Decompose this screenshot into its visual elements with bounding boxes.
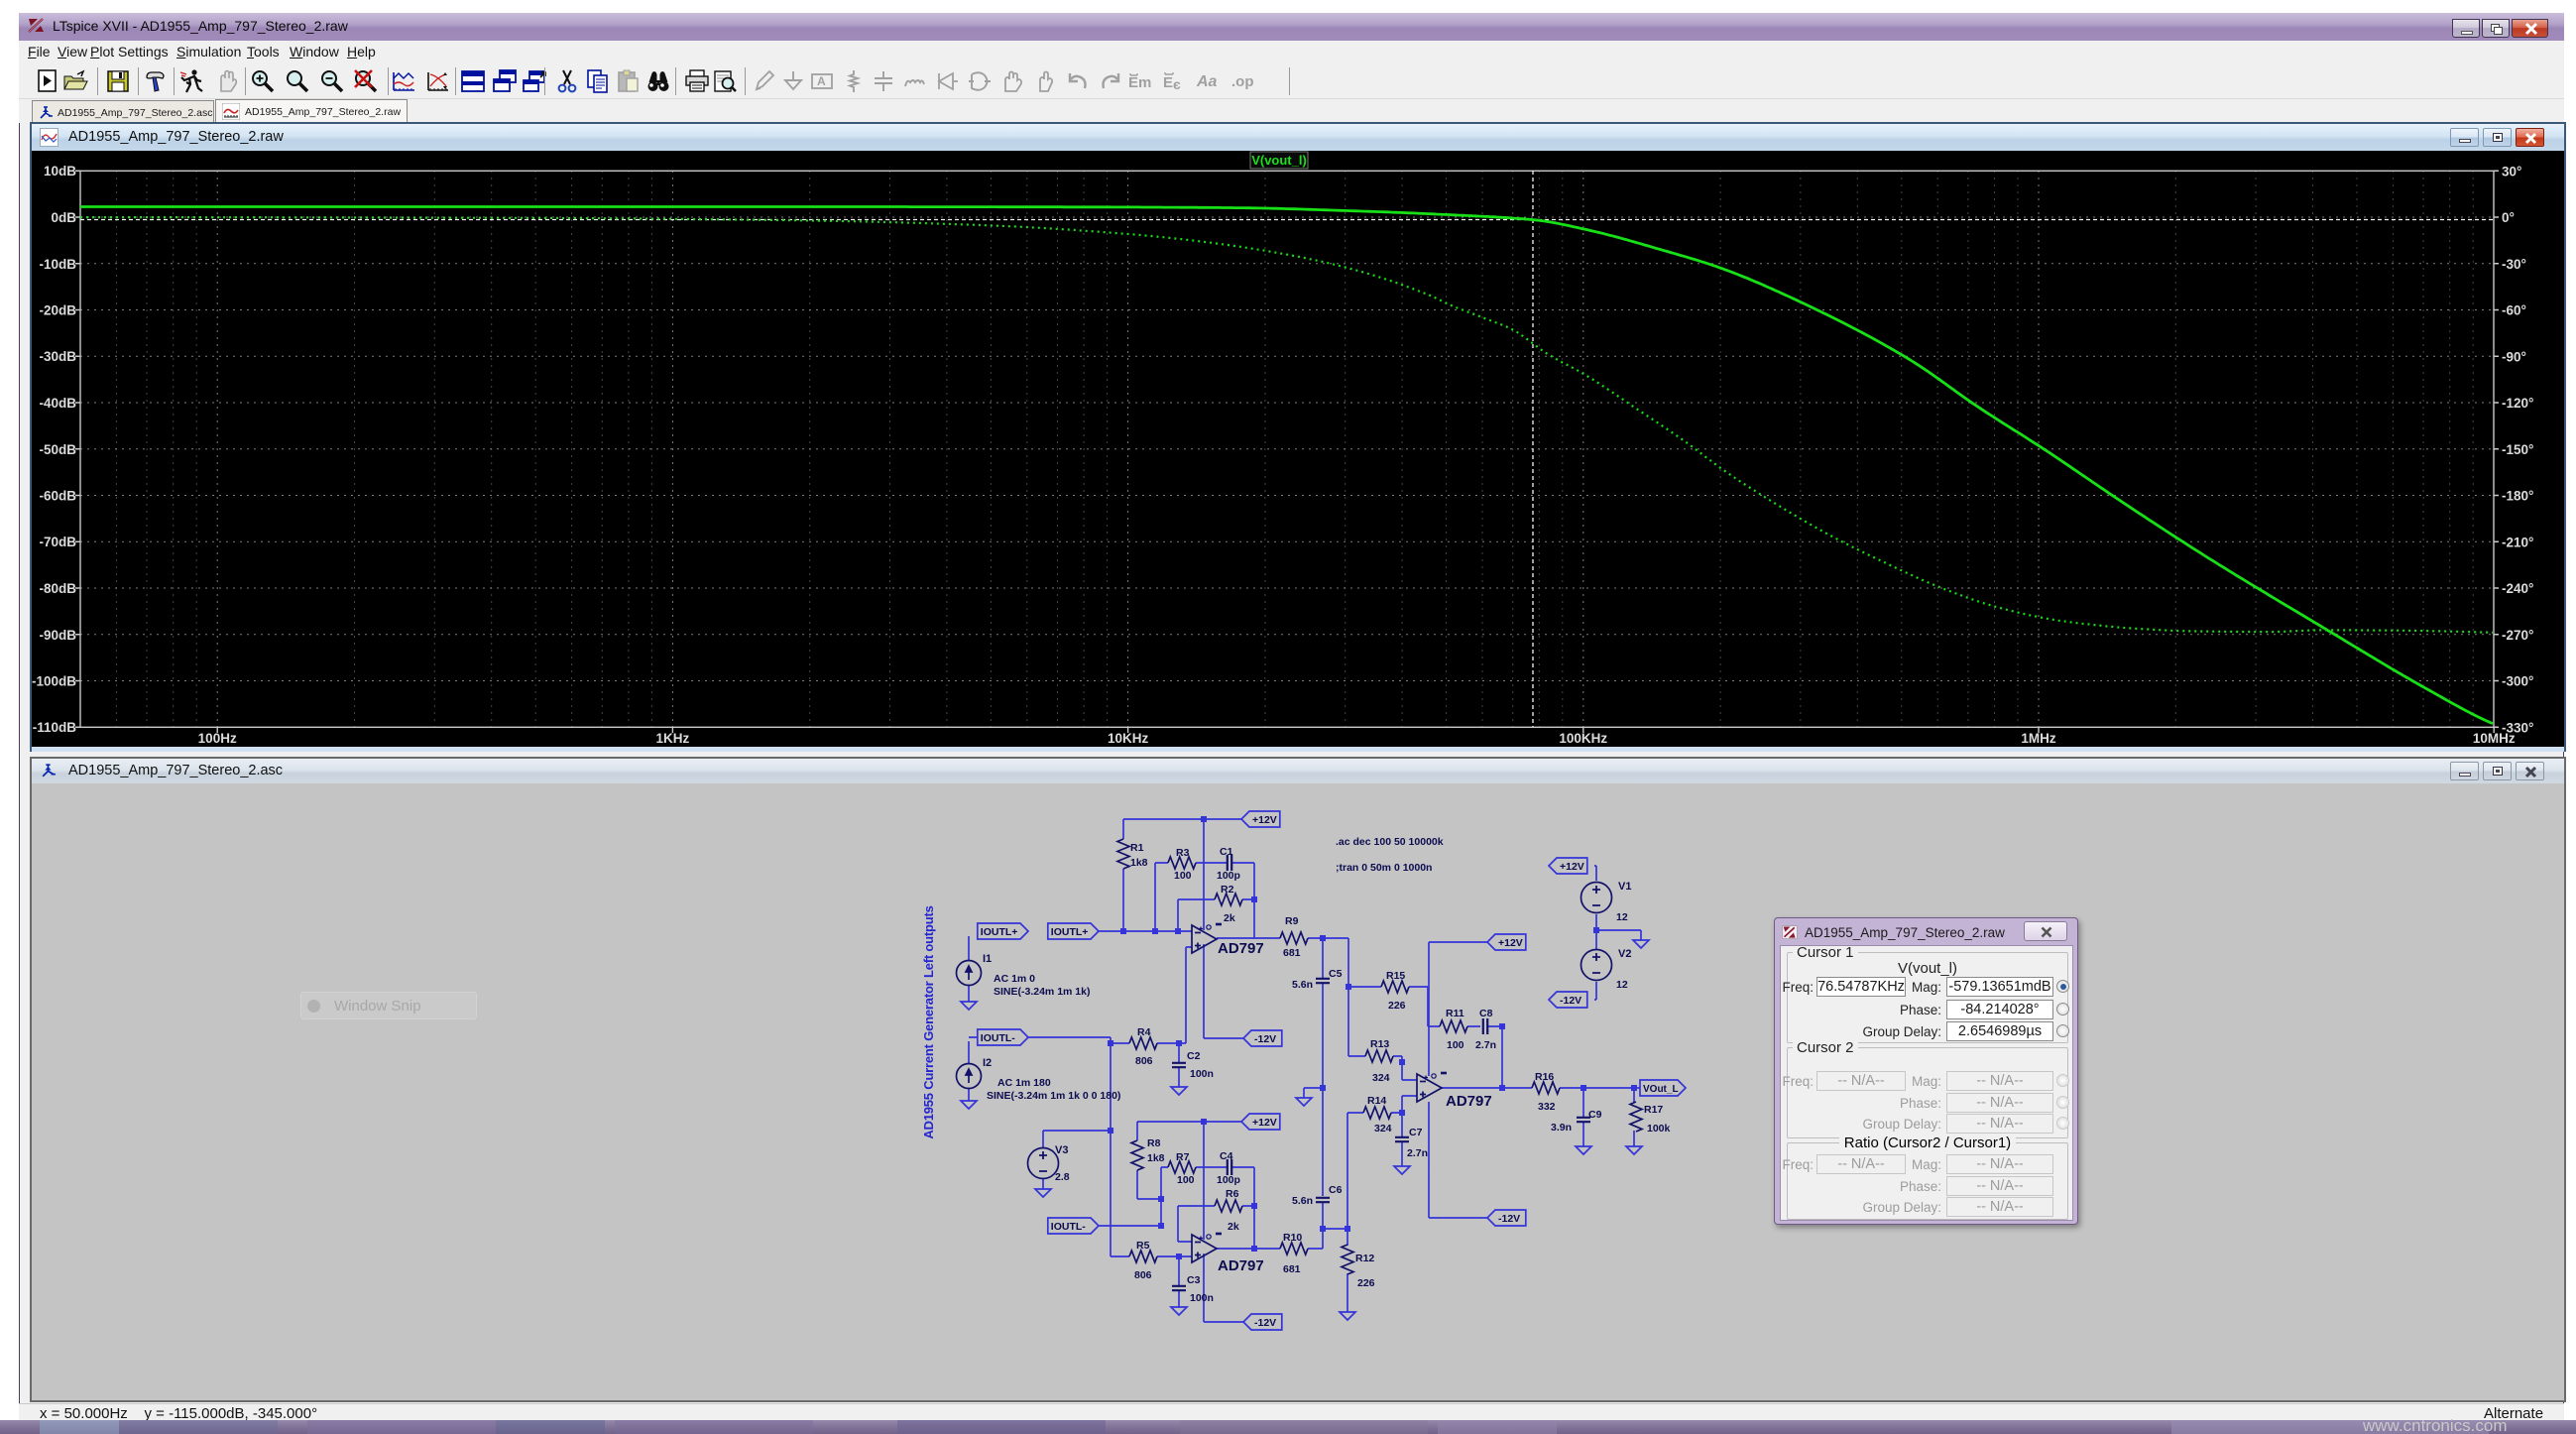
svg-text:R3: R3 [1176, 847, 1190, 859]
svg-text:100: 100 [1177, 1174, 1195, 1186]
svg-text:R9: R9 [1285, 915, 1299, 927]
svg-text:V1: V1 [1618, 881, 1631, 893]
svg-text:V2: V2 [1618, 948, 1631, 960]
svg-text:R6: R6 [1226, 1188, 1239, 1200]
svg-text:-12V: -12V [1254, 1033, 1276, 1045]
svg-text:+12V: +12V [1560, 861, 1584, 873]
svg-text:V3: V3 [1055, 1144, 1068, 1156]
svg-text:IOUTL-: IOUTL- [981, 1032, 1015, 1044]
svg-text:R11: R11 [1446, 1008, 1464, 1019]
svg-text:C3: C3 [1187, 1274, 1201, 1286]
svg-text:R13: R13 [1370, 1038, 1389, 1050]
svg-text:100n: 100n [1190, 1292, 1214, 1304]
svg-text:IOUTL-: IOUTL- [1051, 1221, 1086, 1233]
svg-text:R1: R1 [1130, 842, 1144, 854]
svg-text:AD797: AD797 [1446, 1093, 1492, 1110]
svg-text:R17: R17 [1644, 1104, 1663, 1116]
svg-text:2.7n: 2.7n [1475, 1039, 1496, 1051]
svg-text:C2: C2 [1187, 1050, 1201, 1062]
svg-text:681: 681 [1283, 947, 1301, 959]
svg-text:C9: C9 [1588, 1109, 1602, 1121]
svg-text:2.8: 2.8 [1055, 1171, 1070, 1183]
svg-text:100p: 100p [1217, 1174, 1240, 1186]
svg-text:C1: C1 [1220, 846, 1233, 858]
svg-text:R15: R15 [1386, 970, 1405, 982]
svg-text:2.7n: 2.7n [1407, 1147, 1428, 1159]
svg-text:-12V: -12V [1498, 1213, 1520, 1225]
svg-text:C4: C4 [1220, 1150, 1233, 1162]
svg-text:SINE(-3.24m 1m 1k): SINE(-3.24m 1m 1k) [994, 986, 1090, 998]
svg-text:1k8: 1k8 [1130, 857, 1148, 869]
svg-text:2k: 2k [1228, 1221, 1239, 1233]
svg-text:12: 12 [1616, 911, 1628, 923]
svg-text:VOut_L: VOut_L [1643, 1084, 1679, 1095]
svg-text:AD797: AD797 [1218, 940, 1264, 957]
svg-text:2k: 2k [1224, 912, 1235, 924]
svg-text:226: 226 [1388, 1000, 1406, 1012]
svg-text:R4: R4 [1137, 1026, 1151, 1038]
svg-text:R14: R14 [1367, 1095, 1386, 1107]
svg-text:AD1955 Current Generator Left: AD1955 Current Generator Left outputs [921, 905, 936, 1138]
svg-text:R5: R5 [1136, 1240, 1150, 1252]
svg-text:I1: I1 [983, 953, 992, 965]
svg-text:AC 1m 0: AC 1m 0 [994, 973, 1035, 985]
svg-text:-12V: -12V [1560, 995, 1581, 1007]
svg-text:C8: C8 [1479, 1008, 1493, 1019]
svg-text:-12V: -12V [1254, 1317, 1276, 1329]
svg-text:C7: C7 [1409, 1127, 1423, 1138]
svg-text:AC 1m 180: AC 1m 180 [997, 1077, 1051, 1089]
svg-text:+12V: +12V [1498, 937, 1523, 949]
svg-text:R12: R12 [1355, 1253, 1374, 1264]
svg-text:IOUTL+: IOUTL+ [981, 926, 1018, 938]
svg-text:5.6n: 5.6n [1292, 1195, 1313, 1207]
svg-text:226: 226 [1357, 1277, 1375, 1289]
svg-text:+12V: +12V [1252, 1117, 1277, 1129]
svg-text:100n: 100n [1190, 1068, 1214, 1080]
svg-text:100k: 100k [1647, 1123, 1671, 1135]
svg-text:324: 324 [1372, 1072, 1390, 1084]
svg-text:+12V: +12V [1252, 814, 1277, 826]
svg-text:12: 12 [1616, 979, 1628, 991]
svg-text:R10: R10 [1283, 1232, 1302, 1244]
svg-text:3.9n: 3.9n [1551, 1122, 1572, 1134]
svg-text:AD797: AD797 [1218, 1257, 1264, 1274]
svg-text:100: 100 [1447, 1039, 1464, 1051]
svg-text:.ac dec 100 50 10000k: .ac dec 100 50 10000k [1336, 836, 1444, 848]
svg-text:100p: 100p [1217, 870, 1240, 882]
svg-text:100: 100 [1174, 870, 1192, 882]
svg-text:SINE(-3.24m 1m 1k 0 0 180): SINE(-3.24m 1m 1k 0 0 180) [987, 1090, 1120, 1102]
svg-text:R16: R16 [1535, 1071, 1554, 1083]
svg-text:R2: R2 [1221, 884, 1234, 896]
svg-text:681: 681 [1283, 1263, 1301, 1275]
svg-text:I2: I2 [983, 1057, 992, 1069]
svg-text:806: 806 [1135, 1055, 1153, 1067]
svg-text:806: 806 [1134, 1269, 1152, 1281]
svg-text:IOUTL+: IOUTL+ [1051, 926, 1089, 938]
svg-text:332: 332 [1538, 1101, 1556, 1113]
svg-text:C5: C5 [1329, 968, 1343, 980]
svg-text:C6: C6 [1329, 1184, 1343, 1196]
svg-text:;tran 0 50m 0 1000n: ;tran 0 50m 0 1000n [1336, 862, 1432, 874]
svg-text:324: 324 [1374, 1123, 1392, 1135]
svg-text:R7: R7 [1176, 1151, 1190, 1163]
svg-text:5.6n: 5.6n [1292, 979, 1313, 991]
svg-text:R8: R8 [1147, 1137, 1161, 1149]
svg-text:1k8: 1k8 [1147, 1152, 1165, 1164]
